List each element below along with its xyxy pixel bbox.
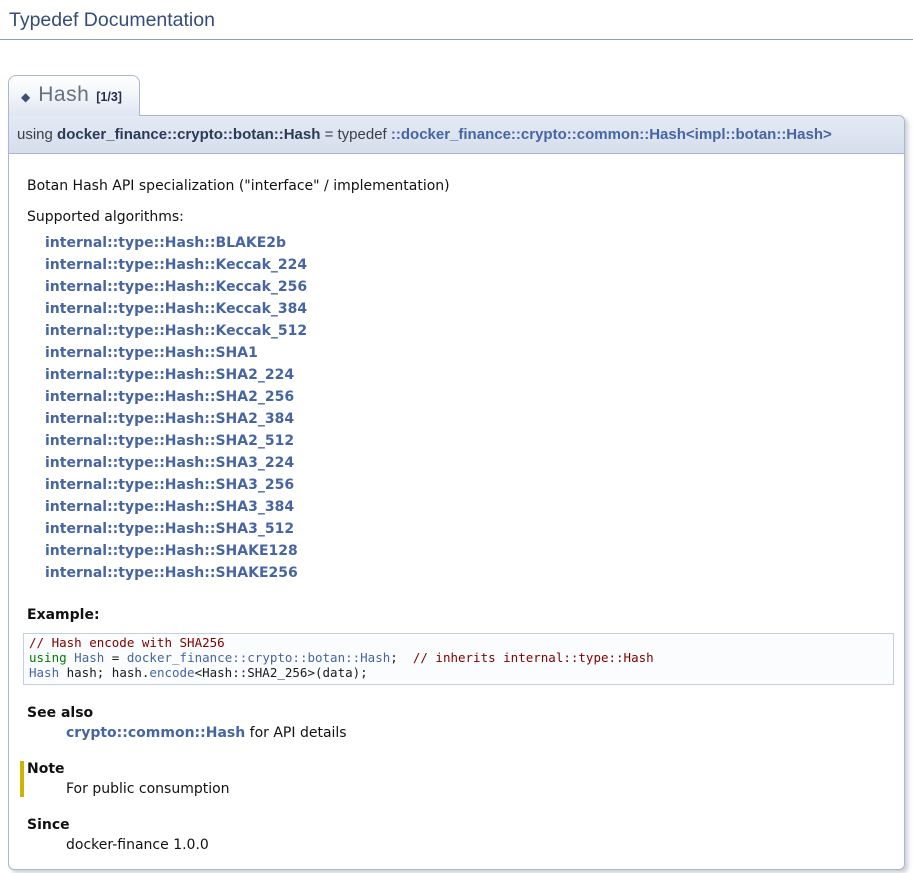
- code-text: ;: [390, 650, 413, 665]
- see-also-content: crypto::common::Hash for API details: [66, 725, 894, 741]
- declaration-name: docker_finance::crypto::botan::Hash: [57, 126, 320, 143]
- member-tab[interactable]: ◆ Hash [1/3]: [8, 75, 140, 116]
- algorithm-list-item: internal::type::Hash::SHA2_512: [45, 430, 894, 452]
- algorithm-list-item: internal::type::Hash::SHA3_256: [45, 474, 894, 496]
- declaration-prefix: using: [17, 126, 57, 143]
- algorithm-list-item: internal::type::Hash::SHA2_224: [45, 364, 894, 386]
- section-title: Typedef Documentation: [0, 0, 913, 40]
- code-text: =: [104, 650, 127, 665]
- see-also-section: See also crypto::common::Hash for API de…: [27, 705, 894, 741]
- algorithm-link[interactable]: internal::type::Hash::SHAKE128: [45, 543, 298, 559]
- algorithm-link[interactable]: internal::type::Hash::SHA2_224: [45, 367, 294, 383]
- algorithm-list-item: internal::type::Hash::BLAKE2b: [45, 232, 894, 254]
- algorithm-list-item: internal::type::Hash::SHA1: [45, 342, 894, 364]
- algorithm-link[interactable]: internal::type::Hash::Keccak_224: [45, 257, 307, 273]
- algorithm-link[interactable]: internal::type::Hash::BLAKE2b: [45, 235, 286, 251]
- algorithm-link[interactable]: internal::type::Hash::SHAKE256: [45, 565, 298, 581]
- algorithm-list-item: internal::type::Hash::SHA3_224: [45, 452, 894, 474]
- algorithm-list-item: internal::type::Hash::SHAKE256: [45, 562, 894, 584]
- permalink-anchor-icon[interactable]: ◆: [21, 90, 30, 104]
- algorithm-link[interactable]: internal::type::Hash::Keccak_256: [45, 279, 307, 295]
- algorithm-list-item: internal::type::Hash::Keccak_384: [45, 298, 894, 320]
- code-comment: // Hash encode with SHA256: [29, 635, 225, 650]
- algorithm-list-item: internal::type::Hash::SHAKE128: [45, 540, 894, 562]
- since-text: docker-finance 1.0.0: [66, 837, 894, 853]
- algorithm-list-item: internal::type::Hash::SHA2_384: [45, 408, 894, 430]
- see-also-label: See also: [27, 705, 894, 721]
- algorithm-link[interactable]: internal::type::Hash::SHA2_384: [45, 411, 294, 427]
- member-overload-count: [1/3]: [96, 90, 122, 104]
- typedef-target-link[interactable]: ::docker_finance::crypto::common::Hash<i…: [391, 126, 832, 143]
- code-line: Hash hash; hash.encode<Hash::SHA2_256>(d…: [29, 666, 888, 681]
- typedef-declaration: using docker_finance::crypto::botan::Has…: [8, 115, 905, 154]
- algorithm-link[interactable]: internal::type::Hash::Keccak_384: [45, 301, 307, 317]
- algorithm-list: internal::type::Hash::BLAKE2binternal::t…: [45, 232, 894, 584]
- code-line: using Hash = docker_finance::crypto::bot…: [29, 651, 888, 666]
- note-text: For public consumption: [66, 781, 894, 797]
- summary-text: Botan Hash API specialization ("interfac…: [27, 178, 894, 194]
- algorithm-link[interactable]: internal::type::Hash::SHA1: [45, 345, 258, 361]
- algorithm-list-item: internal::type::Hash::SHA3_384: [45, 496, 894, 518]
- declaration-equals: = typedef: [320, 126, 390, 143]
- since-section: Since docker-finance 1.0.0: [27, 817, 894, 853]
- code-link[interactable]: Hash: [29, 665, 59, 680]
- code-example: // Hash encode with SHA256using Hash = d…: [23, 633, 894, 685]
- code-link[interactable]: encode: [149, 665, 194, 680]
- code-comment: // inherits internal::type::Hash: [413, 650, 654, 665]
- member-documentation: Botan Hash API specialization ("interfac…: [8, 154, 905, 870]
- supported-algorithms-label: Supported algorithms:: [27, 209, 894, 225]
- algorithm-link[interactable]: internal::type::Hash::SHA3_256: [45, 477, 294, 493]
- algorithm-list-item: internal::type::Hash::Keccak_256: [45, 276, 894, 298]
- algorithm-link[interactable]: internal::type::Hash::SHA3_224: [45, 455, 294, 471]
- algorithm-link[interactable]: internal::type::Hash::Keccak_512: [45, 323, 307, 339]
- algorithm-link[interactable]: internal::type::Hash::SHA3_512: [45, 521, 294, 537]
- code-keyword: using: [29, 650, 67, 665]
- algorithm-link[interactable]: internal::type::Hash::SHA2_256: [45, 389, 294, 405]
- code-text: hash; hash.: [59, 665, 149, 680]
- algorithm-list-item: internal::type::Hash::SHA3_512: [45, 518, 894, 540]
- code-text: <Hash::SHA2_256>(data);: [195, 665, 368, 680]
- algorithm-list-item: internal::type::Hash::SHA2_256: [45, 386, 894, 408]
- note-section: Note For public consumption: [20, 761, 894, 797]
- algorithm-list-item: internal::type::Hash::Keccak_224: [45, 254, 894, 276]
- example-label: Example:: [27, 607, 894, 623]
- member-name: Hash: [38, 83, 89, 107]
- note-label: Note: [27, 761, 894, 777]
- see-also-suffix: for API details: [245, 725, 346, 741]
- code-link[interactable]: Hash: [74, 650, 104, 665]
- see-also-link[interactable]: crypto::common::Hash: [66, 725, 245, 741]
- algorithm-link[interactable]: internal::type::Hash::SHA2_512: [45, 433, 294, 449]
- member-item: using docker_finance::crypto::botan::Has…: [8, 115, 905, 870]
- algorithm-link[interactable]: internal::type::Hash::SHA3_384: [45, 499, 294, 515]
- algorithm-list-item: internal::type::Hash::Keccak_512: [45, 320, 894, 342]
- since-label: Since: [27, 817, 894, 833]
- code-link[interactable]: docker_finance::crypto::botan::Hash: [127, 650, 390, 665]
- code-line: // Hash encode with SHA256: [29, 636, 888, 651]
